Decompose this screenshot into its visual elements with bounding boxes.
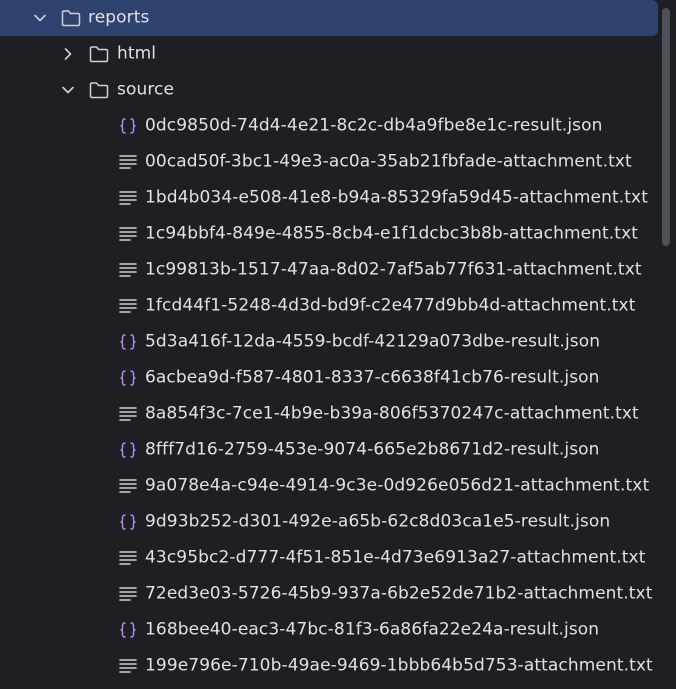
- file-name-label: 9d93b252-d301-492e-a65b-62c8d03ca1e5-res…: [145, 511, 611, 532]
- text-file-icon: [118, 584, 138, 604]
- file-name-label: 168bee40-eac3-47bc-81f3-6a86fa22e24a-res…: [145, 619, 600, 640]
- file-name-label: 1c94bbf4-849e-4855-8cb4-e1f1dcbc3b8b-att…: [145, 223, 638, 244]
- file-name-label: 9a078e4a-c94e-4914-9c3e-0d926e056d21-att…: [145, 475, 650, 496]
- vertical-scrollbar[interactable]: [662, 8, 670, 246]
- file-name-label: 1fcd44f1-5248-4d3d-bd9f-c2e477d9bb4d-att…: [145, 295, 636, 316]
- file-row[interactable]: 9a078e4a-c94e-4914-9c3e-0d926e056d21-att…: [0, 468, 658, 504]
- file-row[interactable]: 199e796e-710b-49ae-9469-1bbb64b5d753-att…: [0, 648, 658, 684]
- text-file-icon: [118, 548, 138, 568]
- folder-label-source: source: [117, 79, 175, 100]
- file-row[interactable]: 9d93b252-d301-492e-a65b-62c8d03ca1e5-res…: [0, 504, 658, 540]
- file-name-label: 72ed3e03-5726-45b9-937a-6b2e52de71b2-att…: [145, 583, 653, 604]
- chevron-down-icon[interactable]: [32, 10, 48, 26]
- tree-node-html[interactable]: html: [0, 36, 658, 72]
- file-name-label: 8a854f3c-7ce1-4b9e-b39a-806f5370247c-att…: [145, 403, 639, 424]
- folder-label-reports: reports: [88, 7, 150, 28]
- text-file-icon: [118, 260, 138, 280]
- text-file-icon: [118, 404, 138, 424]
- file-row[interactable]: 1c94bbf4-849e-4855-8cb4-e1f1dcbc3b8b-att…: [0, 216, 658, 252]
- json-braces-icon: [118, 440, 138, 460]
- text-file-icon: [118, 296, 138, 316]
- file-row[interactable]: 1bd4b034-e508-41e8-b94a-85329fa59d45-att…: [0, 180, 658, 216]
- chevron-right-icon[interactable]: [60, 46, 76, 62]
- text-file-icon: [118, 188, 138, 208]
- file-row[interactable]: 1fcd44f1-5248-4d3d-bd9f-c2e477d9bb4d-att…: [0, 288, 658, 324]
- folder-label-html: html: [117, 43, 157, 64]
- file-name-label: 8fff7d16-2759-453e-9074-665e2b8671d2-res…: [145, 439, 600, 460]
- file-name-label: 1c99813b-1517-47aa-8d02-7af5ab77f631-att…: [145, 259, 642, 280]
- project-file-tree[interactable]: reports html source 0dc9850d-74d4-4e21-8…: [0, 0, 676, 689]
- file-name-label: 1bd4b034-e508-41e8-b94a-85329fa59d45-att…: [145, 187, 648, 208]
- text-file-icon: [118, 224, 138, 244]
- json-braces-icon: [118, 512, 138, 532]
- json-braces-icon: [118, 368, 138, 388]
- file-name-label: 6acbea9d-f587-4801-8337-c6638f41cb76-res…: [145, 367, 600, 388]
- file-name-label: 199e796e-710b-49ae-9469-1bbb64b5d753-att…: [145, 655, 653, 676]
- json-braces-icon: [118, 620, 138, 640]
- json-braces-icon: [118, 116, 138, 136]
- file-name-label: 43c95bc2-d777-4f51-851e-4d73e6913a27-att…: [145, 547, 646, 568]
- file-name-label: 5d3a416f-12da-4559-bcdf-42129a073dbe-res…: [145, 331, 601, 352]
- text-file-icon: [118, 152, 138, 172]
- chevron-down-icon[interactable]: [60, 82, 76, 98]
- file-row[interactable]: 72ed3e03-5726-45b9-937a-6b2e52de71b2-att…: [0, 576, 658, 612]
- json-braces-icon: [118, 332, 138, 352]
- file-row[interactable]: 8fff7d16-2759-453e-9074-665e2b8671d2-res…: [0, 432, 658, 468]
- file-name-label: 0dc9850d-74d4-4e21-8c2c-db4a9fbe8e1c-res…: [145, 115, 603, 136]
- file-row[interactable]: 6acbea9d-f587-4801-8337-c6638f41cb76-res…: [0, 360, 658, 396]
- text-file-icon: [118, 476, 138, 496]
- file-row[interactable]: 0dc9850d-74d4-4e21-8c2c-db4a9fbe8e1c-res…: [0, 108, 658, 144]
- tree-node-source[interactable]: source: [0, 72, 658, 108]
- file-name-label: 00cad50f-3bc1-49e3-ac0a-35ab21fbfade-att…: [145, 151, 632, 172]
- tree-node-reports[interactable]: reports: [0, 0, 658, 36]
- file-row[interactable]: 00cad50f-3bc1-49e3-ac0a-35ab21fbfade-att…: [0, 144, 658, 180]
- file-row[interactable]: 168bee40-eac3-47bc-81f3-6a86fa22e24a-res…: [0, 612, 658, 648]
- folder-icon: [89, 80, 109, 100]
- folder-icon: [61, 8, 81, 28]
- file-row[interactable]: 1c99813b-1517-47aa-8d02-7af5ab77f631-att…: [0, 252, 658, 288]
- file-row[interactable]: 5d3a416f-12da-4559-bcdf-42129a073dbe-res…: [0, 324, 658, 360]
- folder-icon: [89, 44, 109, 64]
- text-file-icon: [118, 656, 138, 676]
- file-row[interactable]: 8a854f3c-7ce1-4b9e-b39a-806f5370247c-att…: [0, 396, 658, 432]
- file-row[interactable]: 43c95bc2-d777-4f51-851e-4d73e6913a27-att…: [0, 540, 658, 576]
